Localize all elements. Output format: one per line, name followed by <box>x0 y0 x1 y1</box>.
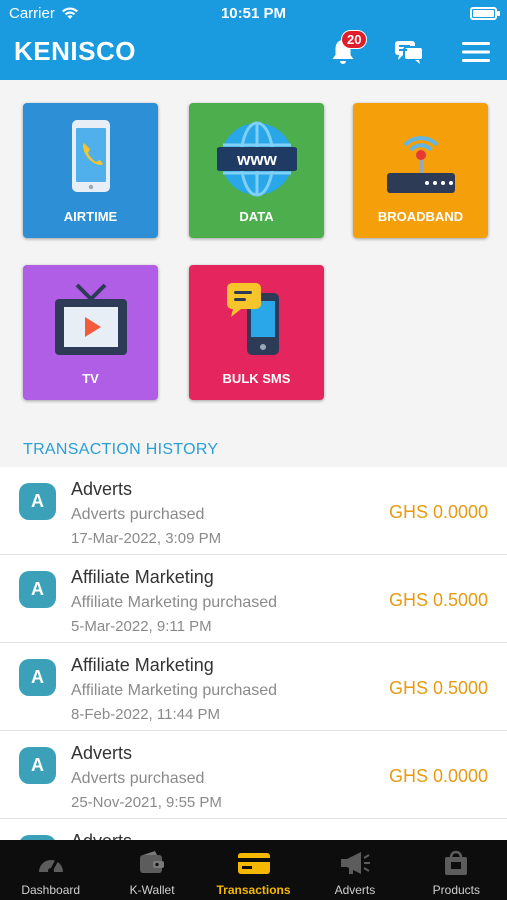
notification-badge: 20 <box>341 30 368 49</box>
nav-transactions[interactable]: Transactions <box>203 840 304 900</box>
transaction-amount: GHS 0.5000 <box>388 590 488 610</box>
transaction-title: Adverts <box>71 831 132 840</box>
service-tile-tv[interactable]: TV <box>23 265 158 400</box>
menu-button[interactable] <box>456 34 496 70</box>
transaction-title: Affiliate Marketing <box>71 567 214 587</box>
transaction-row[interactable]: A Adverts <box>0 819 507 840</box>
app-header: Carrier 10:51 PM KENISCO 20 <box>0 0 507 80</box>
nav-k-wallet[interactable]: K-Wallet <box>101 840 202 900</box>
service-label: BROADBAND <box>377 209 464 224</box>
transaction-avatar: A <box>19 747 56 784</box>
service-label: BULK SMS <box>222 371 291 386</box>
transaction-row[interactable]: A Affiliate Marketing Affiliate Marketin… <box>0 555 507 643</box>
gauge-icon <box>38 859 63 874</box>
status-time: 10:51 PM <box>220 5 287 22</box>
status-bar: Carrier 10:51 PM <box>0 0 507 28</box>
app-brand: KENISCO <box>14 36 136 66</box>
transaction-date: 5-Mar-2022, 9:11 PM <box>71 618 212 635</box>
transaction-row[interactable]: A Adverts Adverts purchased 25-Nov-2021,… <box>0 731 507 819</box>
nav-label: K-Wallet <box>129 883 175 897</box>
transaction-list[interactable]: A Adverts Adverts purchased 17-Mar-2022,… <box>0 467 507 840</box>
battery-icon <box>470 7 500 20</box>
transaction-avatar: A <box>19 659 56 696</box>
chat-icon <box>395 41 424 64</box>
transaction-amount: GHS 0.0000 <box>388 766 488 786</box>
mobile-phone-icon <box>71 120 110 192</box>
transaction-date: 8-Feb-2022, 11:44 PM <box>71 706 220 723</box>
service-label: AIRTIME <box>63 209 118 224</box>
transaction-amount: GHS 0.0000 <box>388 502 488 522</box>
transaction-avatar: A <box>19 571 56 608</box>
transaction-row[interactable]: A Adverts Adverts purchased 17-Mar-2022,… <box>0 467 507 555</box>
service-label: TV <box>82 371 99 386</box>
transaction-title: Affiliate Marketing <box>71 655 214 675</box>
nav-label: Transactions <box>216 883 291 897</box>
hamburger-menu-icon <box>462 42 490 62</box>
bottom-navigation: Dashboard K-Wallet Transactions Adverts … <box>0 840 507 900</box>
transaction-avatar: A <box>19 483 56 520</box>
svg-text:www: www <box>236 150 277 169</box>
shopping-bag-icon <box>445 850 468 875</box>
nav-products[interactable]: Products <box>406 840 507 900</box>
nav-adverts[interactable]: Adverts <box>304 840 405 900</box>
transaction-title: Adverts <box>71 743 133 763</box>
television-icon <box>54 283 127 355</box>
globe-www-icon: www <box>216 121 297 197</box>
service-label: DATA <box>239 209 274 224</box>
megaphone-icon <box>340 852 370 874</box>
transaction-row[interactable]: A Affiliate Marketing Affiliate Marketin… <box>0 643 507 731</box>
nav-dashboard[interactable]: Dashboard <box>0 840 101 900</box>
service-tile-bulk-sms[interactable]: BULK SMS <box>189 265 324 400</box>
transaction-date: 25-Nov-2021, 9:55 PM <box>71 794 222 811</box>
transaction-description: Adverts purchased <box>71 506 205 523</box>
nav-label: Dashboard <box>21 883 81 897</box>
sms-phone-icon <box>226 283 279 355</box>
service-tile-airtime[interactable]: AIRTIME <box>23 103 158 238</box>
transaction-description: Affiliate Marketing purchased <box>71 594 278 611</box>
transaction-amount: GHS 0.5000 <box>388 678 488 698</box>
transaction-date: 17-Mar-2022, 3:09 PM <box>71 530 222 547</box>
messages-button[interactable] <box>389 34 429 70</box>
nav-label: Adverts <box>334 883 376 897</box>
card-icon <box>237 853 270 874</box>
section-title-transactions: TRANSACTION HISTORY <box>23 441 219 458</box>
transaction-description: Affiliate Marketing purchased <box>71 682 278 699</box>
service-tile-data[interactable]: www DATA <box>189 103 324 238</box>
service-tile-broadband[interactable]: BROADBAND <box>353 103 488 238</box>
wallet-icon <box>140 851 165 873</box>
nav-label: Products <box>432 883 480 897</box>
transaction-title: Adverts <box>71 479 133 499</box>
router-icon <box>386 136 455 193</box>
transaction-description: Adverts purchased <box>71 770 205 787</box>
